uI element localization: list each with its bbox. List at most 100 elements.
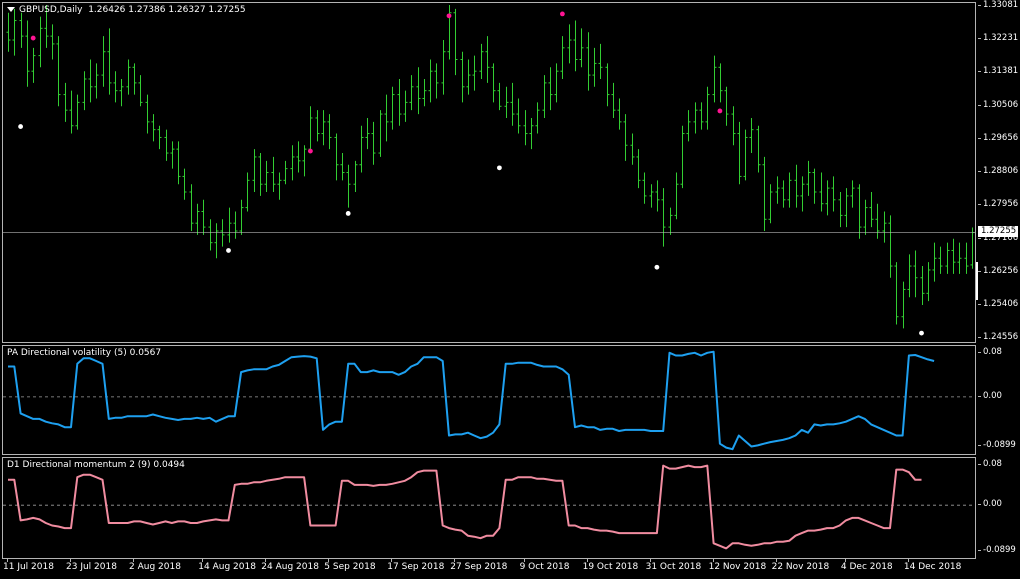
ohlc-bar <box>945 242 950 274</box>
price-tick-mark <box>978 336 981 338</box>
ohlc-bar <box>296 141 301 173</box>
price-axis[interactable]: 1.33081 1.32231 1.31381 1.30506 1.29656 1.288… <box>978 0 1020 343</box>
ohlc-bar <box>258 153 263 196</box>
time-tick-label: 9 Oct 2018 <box>519 562 570 572</box>
time-tick-label: 2 Aug 2018 <box>129 562 181 572</box>
ohlc-bar <box>819 172 824 212</box>
ohlc-bar <box>920 266 925 306</box>
ohlc-bar <box>126 59 131 95</box>
indicator-panel-momentum[interactable]: D1 Directional momentum 2 (9) 0.0494 <box>2 457 976 559</box>
ohlc-bar <box>82 71 87 111</box>
ohlc-bar <box>151 114 156 142</box>
ohlc-readout: 1.26426 1.27386 1.26327 1.27255 <box>88 5 246 15</box>
ohlc-bar <box>19 12 24 48</box>
fractal-up-dot <box>308 148 313 154</box>
ohlc-bar <box>768 184 773 224</box>
ohlc-bar <box>390 86 395 130</box>
ohlc-bar <box>334 133 339 181</box>
ohlc-bar <box>535 102 540 134</box>
indicator-panel-volatility[interactable]: PA Directional volatility (5) 0.0567 <box>2 345 976 455</box>
ohlc-bar <box>195 203 200 235</box>
fractal-down-dot <box>497 165 502 171</box>
ohlc-bar <box>680 125 685 189</box>
ohlc-bar <box>857 184 862 239</box>
price-chart-panel[interactable]: GBPUSD,Daily 1.26426 1.27386 1.26327 1.2… <box>2 2 976 343</box>
time-tick-label: 14 Dec 2018 <box>903 562 962 572</box>
ohlc-bar <box>504 86 509 118</box>
ohlc-bar <box>718 63 723 103</box>
ohlc-bar <box>831 176 836 212</box>
ohlc-bar <box>888 215 893 278</box>
ohlc-bar <box>516 98 521 134</box>
ohlc-bar <box>642 172 647 204</box>
ohlc-bar <box>346 164 351 208</box>
ohlc-bar <box>239 199 244 235</box>
ohlc-bar <box>756 125 761 173</box>
time-axis: 11 Jul 2018 23 Jul 2018 2 Aug 2018 14 Aug 2… <box>2 559 976 579</box>
ohlc-bar <box>12 8 17 56</box>
ohlc-bar <box>913 250 918 298</box>
ohlc-bar <box>794 164 799 208</box>
ohlc-bar <box>164 129 169 161</box>
price-tick-label: 1.24556 <box>983 331 1019 342</box>
ohlc-bar <box>6 12 11 52</box>
ohlc-bar <box>378 110 383 157</box>
ohlc-bar <box>686 110 691 142</box>
time-tick-label: 11 Jul 2018 <box>3 562 54 572</box>
ohlc-bar <box>308 106 313 154</box>
ohlc-bar <box>592 47 597 87</box>
ohlc-bar <box>579 28 584 68</box>
fractal-down-dot <box>345 211 351 216</box>
ohlc-bar <box>497 82 502 111</box>
ohlc-bar <box>252 149 257 193</box>
ohlc-bar <box>170 141 175 169</box>
ohlc-bar <box>75 94 80 130</box>
ohlc-bar <box>668 207 673 235</box>
fractal-up-dot <box>560 11 565 17</box>
ohlc-bar <box>302 145 307 177</box>
ohlc-bar <box>636 149 641 189</box>
ohlc-bar <box>491 63 496 103</box>
price-tick-mark <box>978 37 981 39</box>
price-tick-mark <box>978 70 981 72</box>
time-tick-label: 14 Aug 2018 <box>198 562 256 572</box>
ohlc-bar <box>321 110 326 146</box>
ohlc-bar <box>69 90 74 134</box>
price-tick-label: 1.29656 <box>983 133 1019 144</box>
momentum-chart-svg <box>3 464 975 550</box>
indicator-tick-label: 0.00 <box>983 499 1002 510</box>
time-tick-label: 17 Sep 2018 <box>387 562 445 572</box>
ohlc-bar <box>542 75 547 118</box>
ohlc-bar <box>838 192 843 228</box>
ohlc-bar <box>875 203 880 239</box>
ohlc-bar <box>264 160 269 193</box>
ohlc-bar <box>422 78 427 107</box>
ohlc-bar <box>825 180 830 216</box>
ohlc-bar <box>271 156 276 193</box>
ohlc-bar <box>926 262 931 302</box>
indicator-tick-mark <box>978 445 981 447</box>
price-tick-mark <box>978 171 981 173</box>
ohlc-bar <box>31 47 36 83</box>
dropdown-triangle-icon[interactable] <box>7 7 15 12</box>
chart-shift-marker[interactable] <box>976 262 978 300</box>
ohlc-bar <box>208 219 213 251</box>
ohlc-bar <box>233 211 238 239</box>
current-price-label: 1.27255 <box>978 226 1018 238</box>
time-tick-label: 19 Oct 2018 <box>582 562 639 572</box>
ohlc-bar <box>397 78 402 126</box>
price-tick-label: 1.28806 <box>983 166 1019 177</box>
ohlc-bar <box>548 67 553 111</box>
price-tick-mark <box>978 105 981 107</box>
ohlc-bar <box>472 55 477 91</box>
ohlc-bar <box>371 121 376 165</box>
ohlc-bar <box>409 75 414 111</box>
ohlc-bar <box>56 36 61 107</box>
price-chart-svg <box>3 4 975 336</box>
ohlc-bar <box>38 16 43 68</box>
ohlc-bar <box>844 188 849 228</box>
indicator-line <box>8 350 935 451</box>
fractal-down-dot <box>226 248 231 253</box>
indicator-title: PA Directional volatility (5) 0.0567 <box>7 348 162 358</box>
ohlc-bar <box>970 227 975 269</box>
